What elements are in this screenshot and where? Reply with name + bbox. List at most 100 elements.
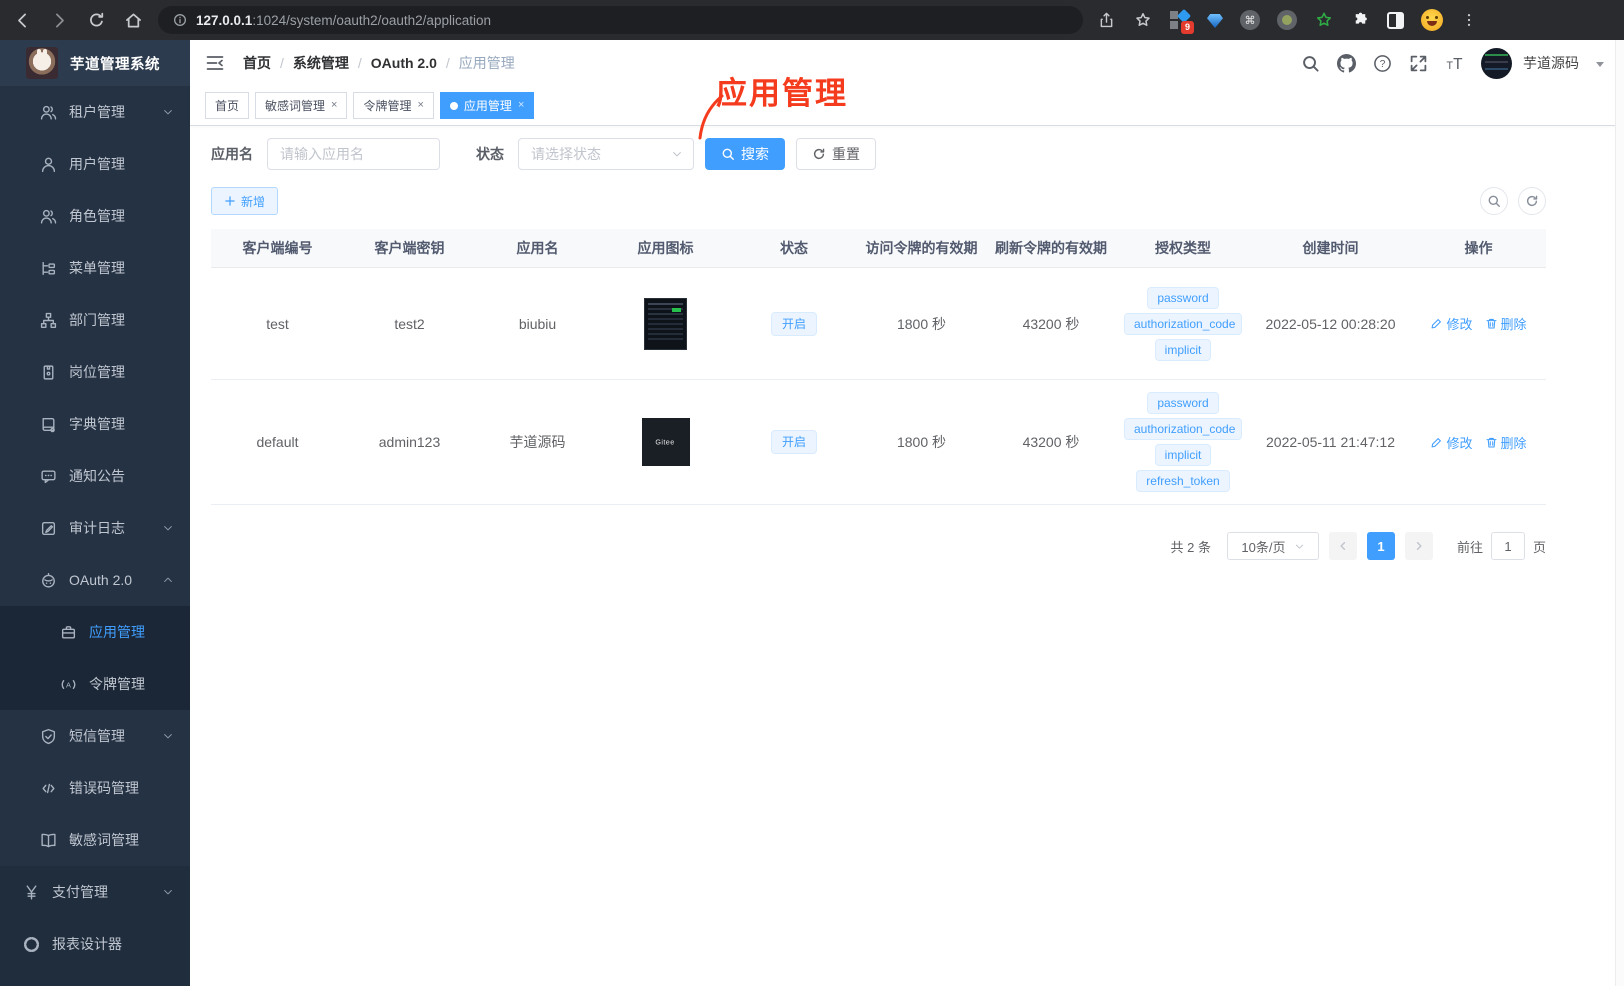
sidebar-item-14[interactable]: 敏感词管理 xyxy=(0,814,190,866)
cell-grant-types: password authorization_code implicit refres… xyxy=(1116,380,1250,504)
sidebar-item-1[interactable]: 用户管理 xyxy=(0,138,190,190)
app-title: 芋道管理系统 xyxy=(70,56,160,73)
bookmark-star-icon[interactable] xyxy=(1133,10,1153,30)
sidebar-item-5[interactable]: 岗位管理 xyxy=(0,346,190,398)
bookopen-icon xyxy=(40,832,57,849)
user-avatar[interactable] xyxy=(1481,47,1512,79)
cell-refresh-validity: 43200 秒 xyxy=(1022,434,1080,450)
grant-type-tag: refresh_token xyxy=(1136,470,1230,492)
sidebar-item-9[interactable]: OAuth 2.0 xyxy=(0,554,190,606)
filter-form: 应用名 状态 请选择状态 搜索 重置 xyxy=(211,138,1624,170)
grant-type-tag: implicit xyxy=(1154,444,1212,466)
browser-home-icon[interactable] xyxy=(123,10,144,31)
sidebar-item-2[interactable]: 角色管理 xyxy=(0,190,190,242)
tab-close-icon[interactable]: × xyxy=(331,100,337,111)
cell-client-secret: test2 xyxy=(394,315,425,332)
chevron-down-icon xyxy=(162,522,174,534)
recorder-extension-icon[interactable] xyxy=(1277,10,1297,30)
user-menu-caret-icon[interactable] xyxy=(1596,62,1604,67)
sidebar-item-13[interactable]: 错误码管理 xyxy=(0,762,190,814)
status-select[interactable]: 请选择状态 xyxy=(518,138,694,170)
table-search-toggle-button[interactable] xyxy=(1480,187,1508,215)
sidebar-item-label: 错误码管理 xyxy=(69,780,139,796)
edit-button[interactable]: 修改 xyxy=(1430,433,1473,452)
sidebar-item-11[interactable]: A 令牌管理 xyxy=(0,658,190,710)
breadcrumb-item-1[interactable]: 系统管理 xyxy=(293,53,349,73)
tab-2[interactable]: 令牌管理 × xyxy=(353,92,434,119)
page-scrollbar[interactable] xyxy=(1615,40,1624,986)
cell-created-at: 2022-05-11 21:47:12 xyxy=(1266,434,1395,450)
status-badge: 开启 xyxy=(770,311,817,336)
sidebar-item-12[interactable]: 短信管理 xyxy=(0,710,190,762)
edit-pen-icon xyxy=(1430,317,1443,330)
sidebar-item-10[interactable]: 应用管理 xyxy=(0,606,190,658)
add-button[interactable]: 新增 xyxy=(211,187,279,215)
app-name-label: 应用名 xyxy=(211,146,253,162)
sidebar-collapse-icon[interactable] xyxy=(205,53,225,73)
sidebar-item-4[interactable]: 部门管理 xyxy=(0,294,190,346)
sidebar-item-label: 通知公告 xyxy=(69,468,125,484)
font-size-icon[interactable]: TT xyxy=(1445,54,1464,73)
edit-button[interactable]: 修改 xyxy=(1430,314,1473,333)
table-refresh-button[interactable] xyxy=(1518,187,1546,215)
grant-type-tag: password xyxy=(1147,286,1219,309)
breadcrumb-item-0[interactable]: 首页 xyxy=(243,53,271,73)
delete-button[interactable]: 删除 xyxy=(1485,433,1527,452)
browser-forward-icon[interactable] xyxy=(49,10,70,31)
goto-page-input[interactable] xyxy=(1490,532,1525,560)
tab-3[interactable]: 应用管理 × xyxy=(439,92,535,119)
site-info-icon[interactable] xyxy=(172,12,188,28)
status-badge: 开启 xyxy=(770,430,817,454)
delete-button[interactable]: 删除 xyxy=(1485,314,1527,333)
sidepanel-icon[interactable] xyxy=(1387,11,1404,29)
github-icon[interactable] xyxy=(1337,53,1356,73)
extension-badge-icon[interactable]: 9 xyxy=(1170,8,1194,34)
command-extension-icon[interactable]: ⌘ xyxy=(1240,10,1260,30)
sidebar-item-label: 短信管理 xyxy=(69,728,125,744)
next-page-button[interactable] xyxy=(1404,532,1433,560)
extensions-puzzle-icon[interactable] xyxy=(1351,11,1370,30)
profile-avatar-icon[interactable] xyxy=(1421,9,1443,31)
applications-table: 客户端编号 客户端密钥 应用名 应用图标 状态 访问令牌的有效期 刷新令牌的有效期 授权类型 创… xyxy=(211,229,1546,505)
column-header-0: 客户端编号 xyxy=(242,240,313,256)
sidebar-item-8[interactable]: 审计日志 xyxy=(0,502,190,554)
grant-type-tag: implicit xyxy=(1154,338,1212,361)
badge-icon xyxy=(40,364,57,381)
browser-menu-kebab-icon[interactable] xyxy=(1460,11,1478,29)
address-bar[interactable]: 127.0.0.1:1024/system/oauth2/oauth2/appl… xyxy=(158,6,1083,34)
sidebar-item-6[interactable]: 字典管理 xyxy=(0,398,190,450)
tab-close-icon[interactable]: × xyxy=(417,100,423,111)
sidebar-item-7[interactable]: 通知公告 xyxy=(0,450,190,502)
sidebar-item-15[interactable]: 支付管理 xyxy=(0,866,190,918)
app-logo-band[interactable]: 芋道管理系统 xyxy=(0,40,190,86)
tab-label: 敏感词管理 xyxy=(265,99,326,113)
sidebar-item-label: 报表设计器 xyxy=(52,936,122,952)
page-size-select[interactable]: 10条/页 xyxy=(1226,532,1319,560)
prev-page-button[interactable] xyxy=(1328,532,1357,560)
column-header-9: 操作 xyxy=(1464,240,1493,256)
green-star-extension-icon[interactable] xyxy=(1314,10,1334,30)
search-button[interactable]: 搜索 xyxy=(705,138,785,170)
tab-close-icon[interactable]: × xyxy=(518,100,524,111)
page-number-button[interactable]: 1 xyxy=(1366,532,1395,560)
breadcrumb-separator: / xyxy=(280,55,284,71)
share-icon[interactable] xyxy=(1097,11,1116,30)
browser-back-icon[interactable] xyxy=(12,10,33,31)
fullscreen-icon[interactable] xyxy=(1409,54,1428,73)
chevron-up-icon xyxy=(162,574,174,586)
tab-1[interactable]: 敏感词管理 × xyxy=(255,92,348,119)
sidebar-item-16[interactable]: 报表设计器 xyxy=(0,918,190,970)
breadcrumb-item-2[interactable]: OAuth 2.0 xyxy=(371,55,437,71)
tab-0[interactable]: 首页 xyxy=(205,92,250,119)
cell-actions: 修改 删除 xyxy=(1411,302,1546,345)
browser-reload-icon[interactable] xyxy=(86,10,107,31)
gem-extension-icon[interactable] xyxy=(1207,14,1223,28)
help-icon[interactable]: ? xyxy=(1373,54,1392,73)
sidebar-item-3[interactable]: 菜单管理 xyxy=(0,242,190,294)
sidebar-item-label: OAuth 2.0 xyxy=(69,572,133,588)
reset-button[interactable]: 重置 xyxy=(796,138,876,170)
search-icon[interactable] xyxy=(1301,54,1320,73)
sidebar-item-0[interactable]: 租户管理 xyxy=(0,86,190,138)
sidebar-item-label: 角色管理 xyxy=(69,208,125,224)
app-name-input[interactable] xyxy=(267,138,440,170)
